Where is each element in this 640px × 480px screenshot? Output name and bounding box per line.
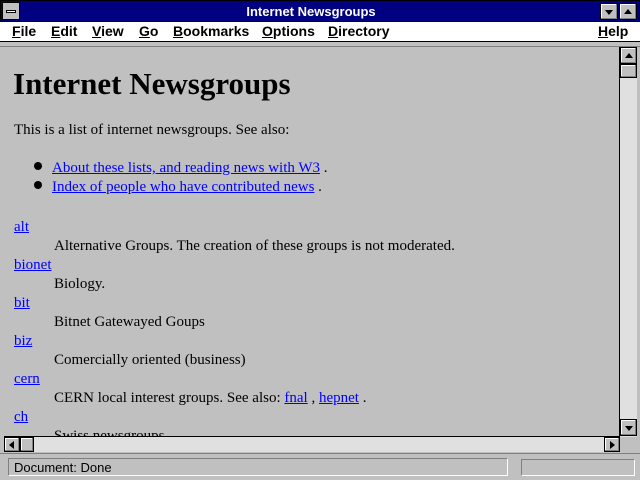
group-term-bionet: bionet [14, 257, 52, 274]
menu-mnemonic: G [139, 23, 150, 39]
arrow-right-icon [610, 441, 615, 449]
maximize-button[interactable] [619, 3, 637, 20]
menu-mnemonic: D [328, 23, 339, 39]
arrow-up-icon [625, 53, 633, 58]
menu-label: iew [101, 23, 124, 39]
menu-mnemonic: B [173, 23, 184, 39]
bullet-icon [34, 162, 42, 170]
horizontal-scrollbar[interactable] [4, 436, 620, 452]
menu-label: ookmarks [183, 23, 250, 39]
menu-label: o [149, 23, 159, 39]
scrollbar-corner [620, 437, 637, 452]
link-cern[interactable]: cern [14, 371, 40, 387]
link-people-index[interactable]: Index of people who have contributed new… [52, 179, 314, 195]
minimize-button[interactable] [600, 3, 618, 20]
list-item: About these lists, and reading news with… [34, 160, 328, 177]
menu-label: elp [608, 23, 629, 39]
link-fnal[interactable]: fnal [284, 390, 307, 406]
link-hepnet[interactable]: hepnet [319, 390, 359, 406]
list-item: Index of people who have contributed new… [34, 179, 322, 196]
menu-edit[interactable]: Edit [51, 23, 77, 39]
page-heading: Internet Newsgroups [13, 66, 291, 101]
horizontal-scroll-thumb[interactable] [20, 437, 34, 452]
status-bar: Document: Done [0, 453, 640, 480]
group-term-cern: cern [14, 371, 40, 388]
link-about-lists[interactable]: About these lists, and reading news with… [52, 160, 320, 176]
scroll-right-button[interactable] [604, 437, 620, 452]
maximize-icon [624, 9, 632, 14]
minimize-icon [605, 10, 613, 15]
group-term-biz: biz [14, 333, 32, 350]
group-term-ch: ch [14, 409, 28, 426]
link-biz[interactable]: biz [14, 333, 32, 349]
menu-bookmarks[interactable]: Bookmarks [173, 23, 249, 39]
status-text: Document: Done [8, 458, 508, 476]
menu-view[interactable]: View [92, 23, 124, 39]
vertical-scrollbar[interactable] [619, 47, 637, 437]
menu-mnemonic: E [51, 23, 61, 39]
desc-suffix: . [358, 390, 367, 406]
menu-label: ile [20, 23, 37, 39]
desc-text: CERN local interest groups. See also: [54, 390, 285, 406]
menu-label: ptions [272, 23, 315, 39]
progress-indicator [521, 459, 635, 476]
link-bionet[interactable]: bionet [14, 257, 52, 273]
arrow-left-icon [9, 441, 14, 449]
menu-label: irectory [338, 23, 390, 39]
group-term-alt: alt [14, 219, 29, 236]
group-term-bit: bit [14, 295, 30, 312]
menu-directory[interactable]: Directory [328, 23, 389, 39]
link-bit[interactable]: bit [14, 295, 30, 311]
group-desc-biz: Comercially oriented (business) [54, 352, 246, 368]
group-desc-bit: Bitnet Gatewayed Goups [54, 314, 205, 330]
link-ch[interactable]: ch [14, 409, 28, 425]
menu-mnemonic: V [92, 23, 102, 39]
group-desc-ch: Swiss newsgroups [54, 428, 165, 436]
group-desc-alt: Alternative Groups. The creation of thes… [54, 238, 455, 254]
link-separator: , [307, 390, 319, 406]
menu-mnemonic: F [12, 23, 21, 39]
group-desc-bionet: Biology. [54, 276, 106, 292]
menu-bar: File Edit View Go Bookmarks Options Dire… [0, 22, 640, 42]
menu-file[interactable]: File [12, 23, 36, 39]
group-desc-cern: CERN local interest groups. See also: fn… [54, 390, 366, 407]
document-view: Internet Newsgroups This is a list of in… [4, 48, 618, 436]
bullet-icon [34, 181, 42, 189]
scroll-left-button[interactable] [4, 437, 20, 452]
scroll-down-button[interactable] [620, 419, 637, 436]
menu-help[interactable]: Help [598, 23, 628, 39]
menu-options[interactable]: Options [262, 23, 315, 39]
scroll-up-button[interactable] [620, 47, 637, 64]
menu-go[interactable]: Go [139, 23, 158, 39]
title-bar: Internet Newsgroups [0, 0, 640, 22]
link-alt[interactable]: alt [14, 219, 29, 235]
menu-mnemonic: H [598, 23, 609, 39]
window-title: Internet Newsgroups [246, 4, 376, 19]
menu-separator [0, 43, 640, 47]
list-item-suffix: . [320, 160, 328, 176]
menu-mnemonic: O [262, 23, 273, 39]
list-item-suffix: . [314, 179, 322, 195]
arrow-down-icon [625, 426, 633, 431]
menu-label: dit [60, 23, 78, 39]
vertical-scroll-thumb[interactable] [620, 64, 637, 78]
intro-text: This is a list of internet newsgroups. S… [14, 122, 290, 138]
